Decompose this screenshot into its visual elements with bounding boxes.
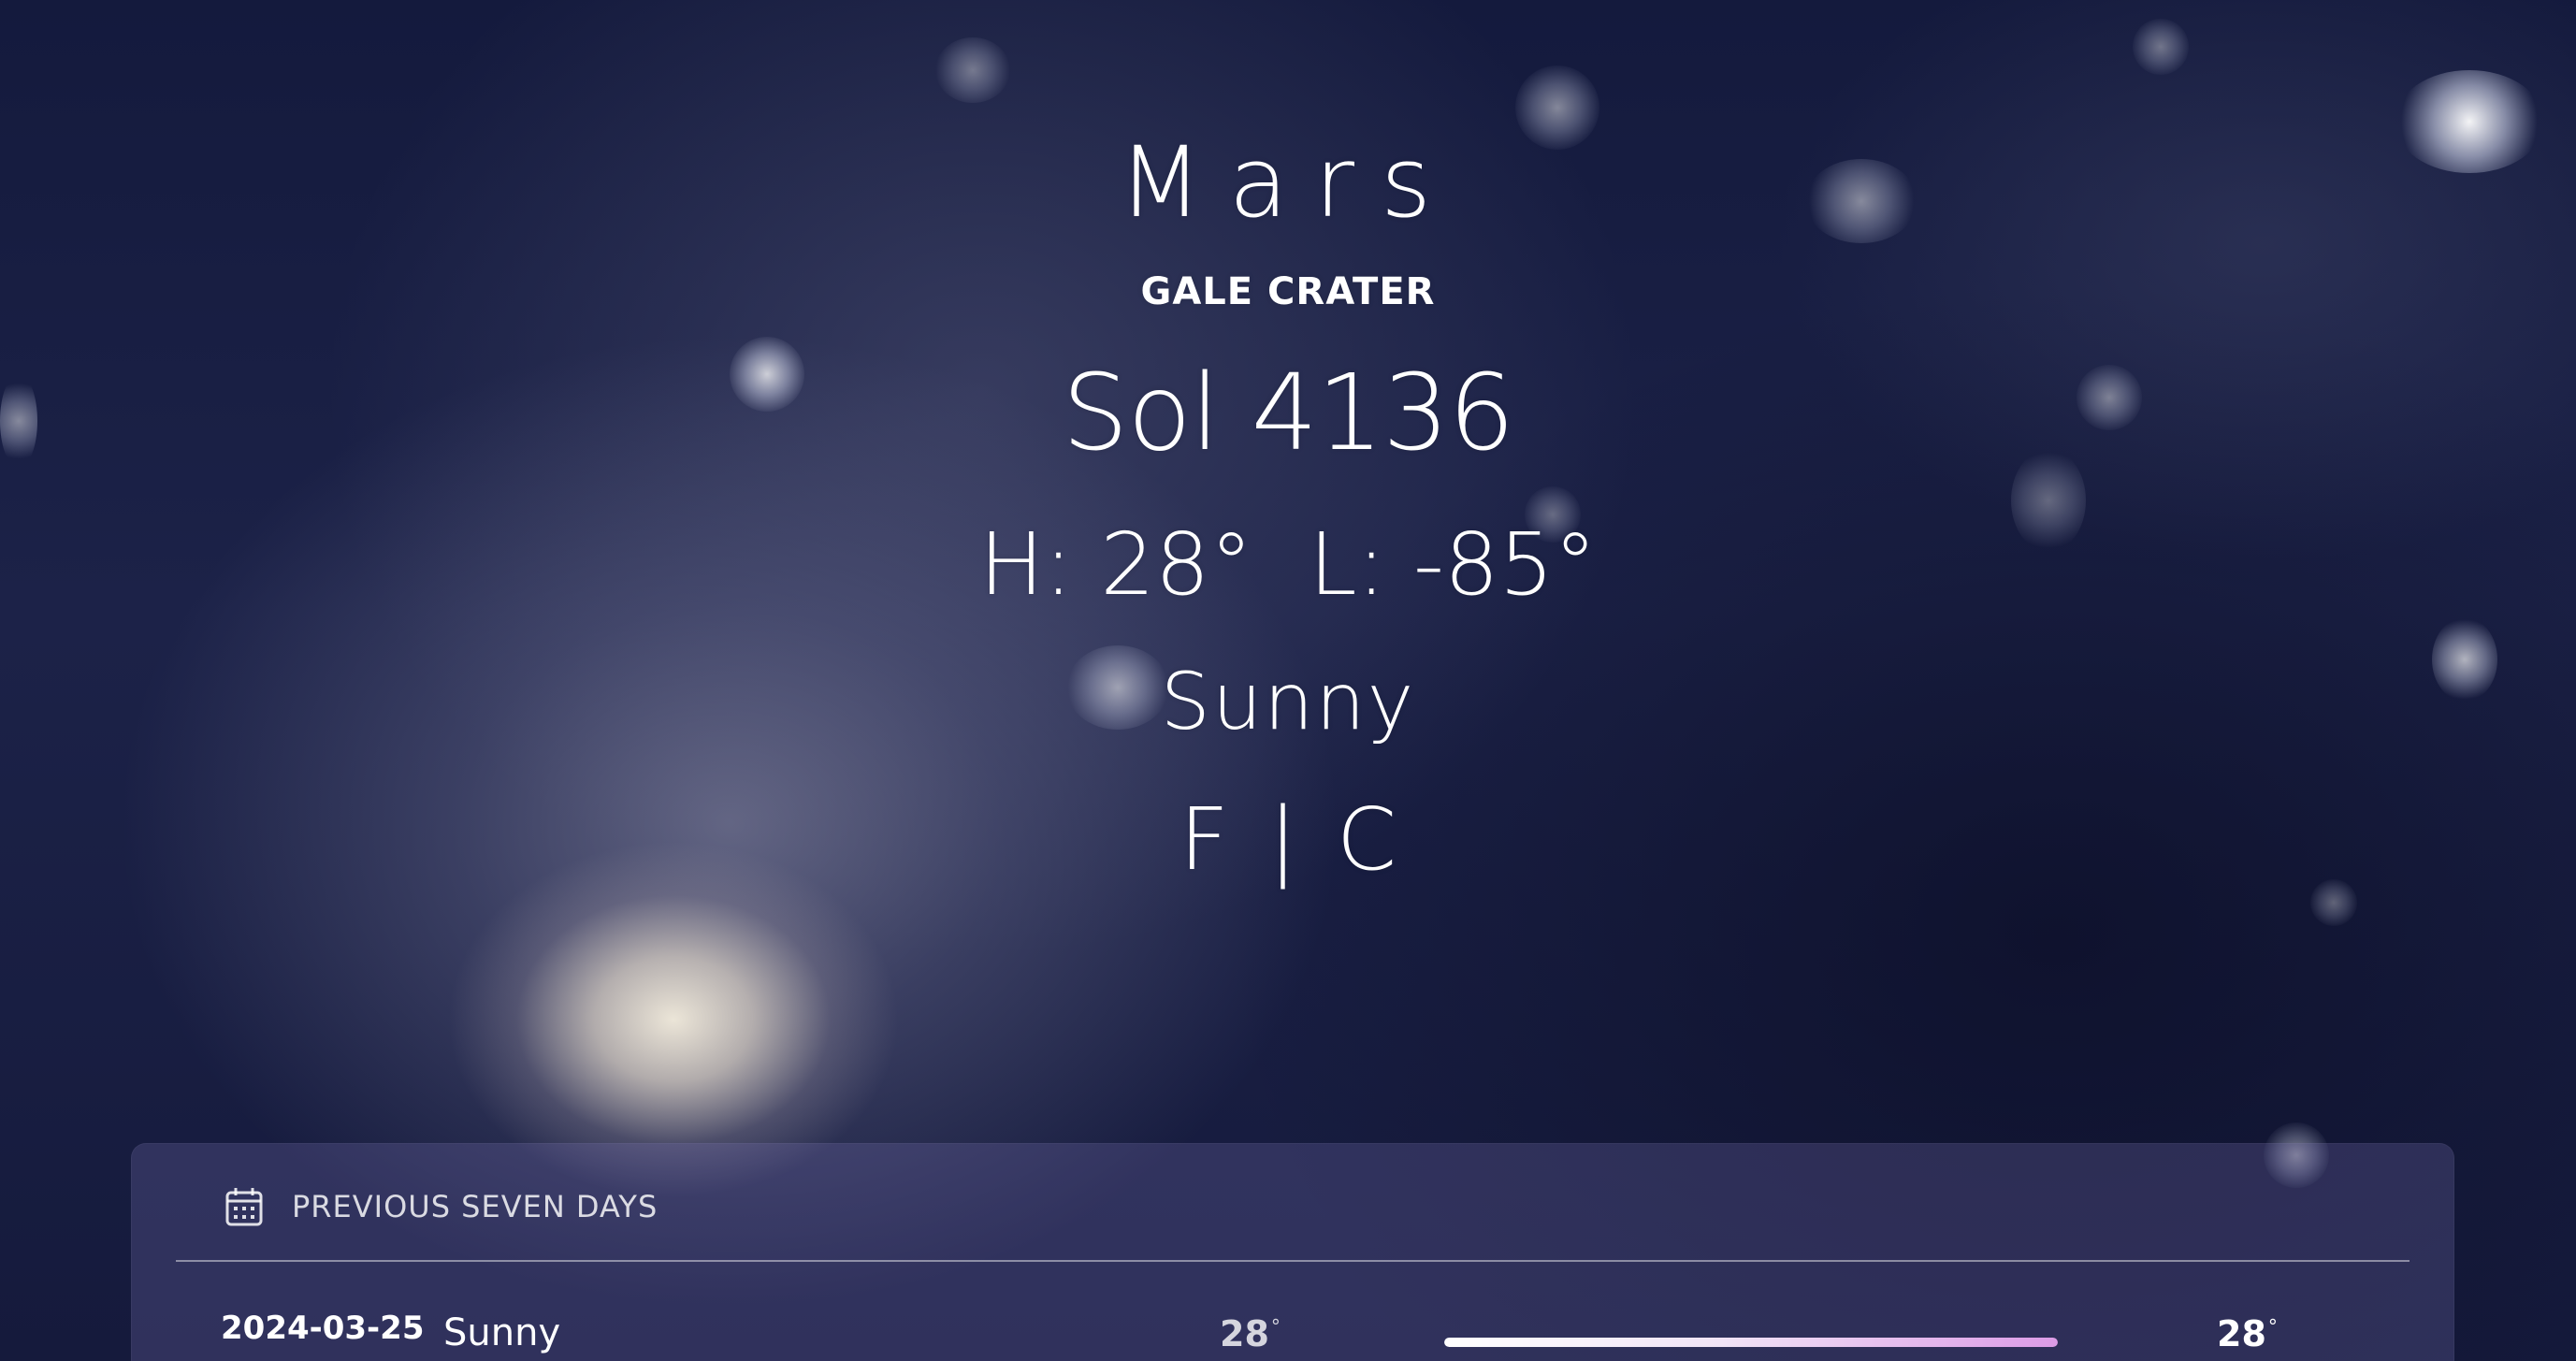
low-temp: L: -85° — [1309, 514, 1598, 615]
panel-divider — [176, 1260, 2410, 1262]
celsius-button[interactable]: C — [1335, 791, 1398, 889]
app-window: Mars GALE CRATER Sol 4136 H: 28° L: -85° … — [0, 0, 2576, 1361]
calendar-icon — [224, 1186, 264, 1227]
row-high-temp: 28 ° — [2217, 1313, 2278, 1354]
history-row: 2024-03-25 Sunny 28 ° 28 ° — [131, 1310, 2454, 1361]
row-condition: Sunny — [443, 1311, 561, 1354]
unit-toggle: F | C — [0, 791, 2576, 889]
weather-condition: Sunny — [1160, 656, 1416, 747]
temp-range-bar — [1444, 1338, 2058, 1347]
high-low-temps: H: 28° L: -85° — [0, 516, 2576, 614]
panel-header: PREVIOUS SEVEN DAYS — [224, 1186, 658, 1227]
temp-range-fill — [1444, 1338, 2058, 1347]
row-date: 2024-03-25 — [221, 1310, 425, 1347]
unit-separator: | — [1267, 789, 1297, 890]
panel-title: PREVIOUS SEVEN DAYS — [292, 1189, 658, 1224]
sol-number: Sol 4136 — [1062, 353, 1514, 474]
row-low-temp: 28 ° — [1220, 1313, 1281, 1354]
high-temp: H: 28° — [978, 514, 1253, 615]
location-name: GALE CRATER — [1140, 270, 1436, 313]
previous-days-panel: PREVIOUS SEVEN DAYS 2024-03-25 Sunny 28 °… — [131, 1143, 2454, 1361]
fahrenheit-button[interactable]: F — [1178, 791, 1231, 889]
planet-name: Mars — [1118, 125, 1458, 239]
